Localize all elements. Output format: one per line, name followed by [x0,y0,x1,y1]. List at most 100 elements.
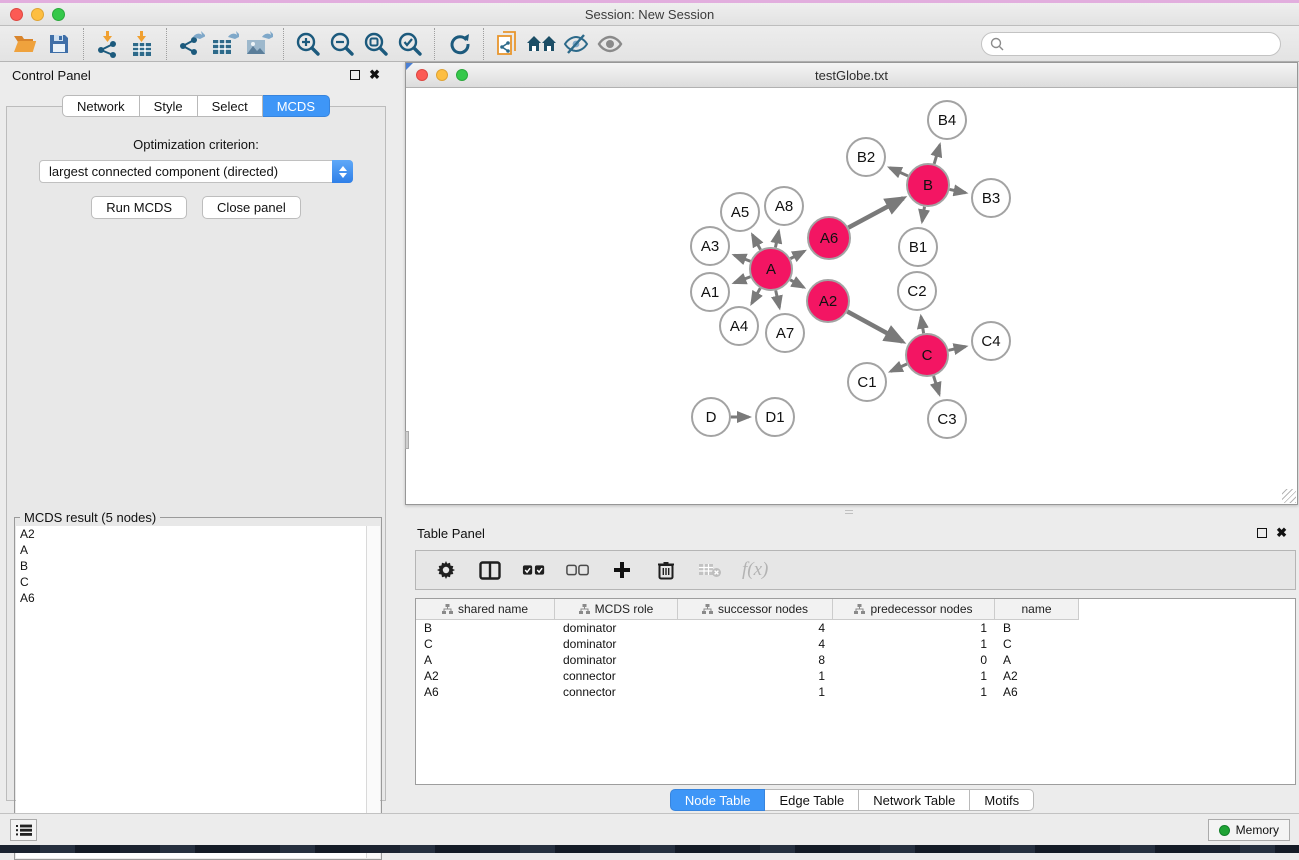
result-item[interactable]: A [16,542,366,558]
graph-node-A[interactable]: A [750,248,792,290]
close-panel-icon[interactable]: ✖ [369,70,380,80]
cell-successor[interactable]: 1 [678,668,833,684]
column-header-name[interactable]: name [995,599,1079,620]
cell-name[interactable]: A2 [995,668,1079,684]
network-window-titlebar[interactable]: testGlobe.txt [406,63,1297,88]
cell-name[interactable]: C [995,636,1079,652]
graph-edge-A6-B[interactable] [848,198,903,227]
import-network-icon[interactable] [91,29,125,59]
cell-successor[interactable]: 4 [678,620,833,636]
cell-mcds-role[interactable]: dominator [555,652,678,668]
table-row[interactable]: C dominator 4 1 C [416,636,1295,652]
cell-predecessor[interactable]: 1 [833,668,995,684]
cell-mcds-role[interactable]: dominator [555,636,678,652]
tab-mcds[interactable]: MCDS [263,95,330,117]
graph-edge-B-B4[interactable] [934,145,940,164]
graph-node-C1[interactable]: C1 [848,363,886,401]
graph-node-D1[interactable]: D1 [756,398,794,436]
import-table-icon[interactable] [125,29,159,59]
graph-edge-C-C1[interactable] [891,364,907,371]
hide-selected-eye-icon[interactable] [559,29,593,59]
graph-edge-A-A5[interactable] [752,235,760,250]
vertical-splitter-handle[interactable] [405,431,409,449]
settings-gear-icon[interactable] [434,558,458,582]
delete-column-icon[interactable] [654,558,678,582]
cell-predecessor[interactable]: 0 [833,652,995,668]
save-session-icon[interactable] [42,29,76,59]
result-item[interactable]: C [16,574,366,590]
column-header-successor-nodes[interactable]: successor nodes [678,599,833,620]
graph-edge-A-A1[interactable] [734,277,750,283]
graph-node-B3[interactable]: B3 [972,179,1010,217]
zoom-out-icon[interactable] [325,29,359,59]
open-file-icon[interactable] [8,29,42,59]
graph-node-A1[interactable]: A1 [691,273,729,311]
graph-edge-A-A7[interactable] [776,290,780,307]
export-table-icon[interactable] [208,29,242,59]
cell-shared-name[interactable]: B [416,620,555,636]
graph-node-A3[interactable]: A3 [691,227,729,265]
zoom-fit-icon[interactable] [359,29,393,59]
tab-edge-table[interactable]: Edge Table [765,789,859,811]
table-row[interactable]: A2 connector 1 1 A2 [416,668,1295,684]
graph-node-A7[interactable]: A7 [766,314,804,352]
cell-mcds-role[interactable]: dominator [555,620,678,636]
graph-edge-C-C3[interactable] [934,376,940,394]
graph-edge-C-C2[interactable] [921,317,924,334]
graph-node-B2[interactable]: B2 [847,138,885,176]
search-input[interactable] [1009,37,1280,51]
graph-edge-C-C4[interactable] [948,347,965,351]
graph-node-C2[interactable]: C2 [898,272,936,310]
cell-mcds-role[interactable]: connector [555,684,678,700]
table-row[interactable]: A dominator 8 0 A [416,652,1295,668]
horizontal-splitter[interactable] [405,505,1298,520]
cell-predecessor[interactable]: 1 [833,636,995,652]
result-item[interactable]: A6 [16,590,366,606]
memory-button[interactable]: Memory [1208,819,1290,841]
cell-successor[interactable]: 8 [678,652,833,668]
column-header-shared-name[interactable]: shared name [416,599,555,620]
graph-edge-B-B1[interactable] [922,207,924,222]
table-row[interactable]: B dominator 4 1 B [416,620,1295,636]
cell-mcds-role[interactable]: connector [555,668,678,684]
graph-node-C3[interactable]: C3 [928,400,966,438]
graph-node-B[interactable]: B [907,164,949,206]
graph-edge-A-A8[interactable] [775,231,778,247]
graph-node-A2[interactable]: A2 [807,280,849,322]
cell-shared-name[interactable]: A2 [416,668,555,684]
run-mcds-button[interactable]: Run MCDS [91,196,187,219]
deselect-all-icon[interactable] [566,558,590,582]
close-panel-button[interactable]: Close panel [202,196,301,219]
clone-network-icon[interactable] [491,29,525,59]
window-resize-grip[interactable] [1282,489,1296,503]
function-builder-icon[interactable]: f(x) [742,559,768,581]
graph-node-A8[interactable]: A8 [765,187,803,225]
result-item[interactable]: A2 [16,526,366,542]
table-row[interactable]: A6 connector 1 1 A6 [416,684,1295,700]
tab-network-table[interactable]: Network Table [859,789,970,811]
cell-shared-name[interactable]: A [416,652,555,668]
graph-node-A4[interactable]: A4 [720,307,758,345]
float-panel-icon[interactable] [350,70,360,80]
optimization-criterion-select[interactable]: largest connected component (directed) [39,160,353,183]
network-canvas[interactable]: B4B2BB3A5A8A6A3AB1A1A2C2A4A7C4CC1C3DD1 [406,88,1297,504]
cell-shared-name[interactable]: A6 [416,684,555,700]
graph-edge-A-A2[interactable] [790,280,803,288]
tab-motifs[interactable]: Motifs [970,789,1034,811]
column-header-mcds-role[interactable]: MCDS role [555,599,678,620]
export-image-icon[interactable] [242,29,276,59]
graph-edge-A2-C[interactable] [847,312,902,342]
show-eye-icon[interactable] [593,29,627,59]
tab-node-table[interactable]: Node Table [670,789,766,811]
cell-predecessor[interactable]: 1 [833,620,995,636]
zoom-selected-icon[interactable] [393,29,427,59]
cell-name[interactable]: A [995,652,1079,668]
show-columns-icon[interactable] [478,558,502,582]
tab-style[interactable]: Style [140,95,198,117]
cell-successor[interactable]: 1 [678,684,833,700]
close-table-panel-icon[interactable]: ✖ [1276,528,1287,538]
result-list-scrollbar[interactable] [366,526,380,858]
result-item[interactable]: B [16,558,366,574]
graph-node-C4[interactable]: C4 [972,322,1010,360]
graph-edge-A-A3[interactable] [734,255,750,261]
